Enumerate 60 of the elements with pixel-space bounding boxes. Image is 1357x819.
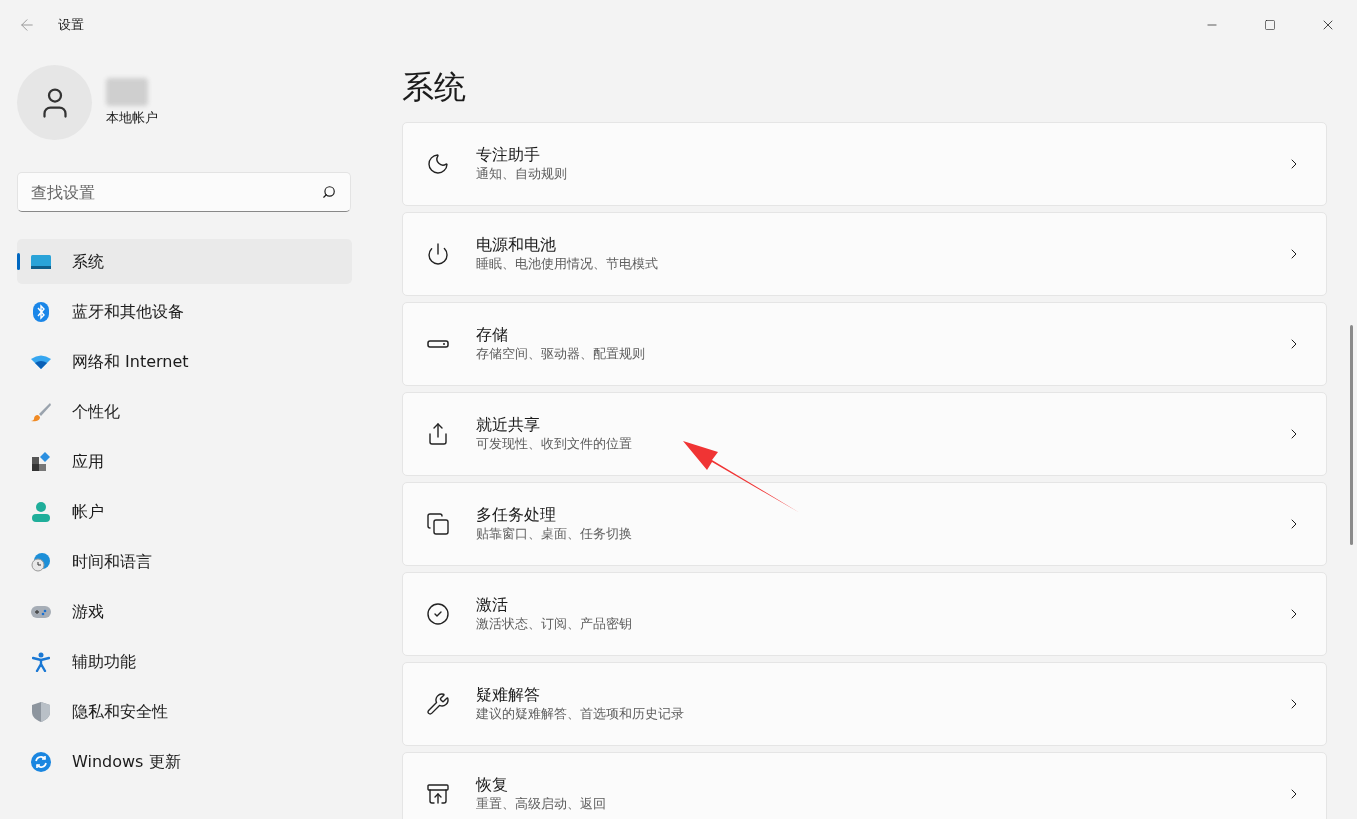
monitor-icon <box>31 253 51 270</box>
page-title: 系统 <box>402 67 467 108</box>
sidebar-item[interactable]: 帐户 <box>17 489 352 534</box>
sidebar-item[interactable]: 应用 <box>17 439 352 484</box>
settings-card[interactable]: 多任务处理 贴靠窗口、桌面、任务切换 <box>402 482 1327 566</box>
sidebar-item[interactable]: 网络和 Internet <box>17 339 352 384</box>
gamepad-icon <box>31 604 51 619</box>
card-title: 多任务处理 <box>476 505 557 525</box>
card-subtitle: 存储空间、驱动器、配置规则 <box>476 345 645 363</box>
shield-icon <box>32 701 50 722</box>
settings-card[interactable]: 激活 激活状态、订阅、产品密钥 <box>402 572 1327 656</box>
card-title: 专注助手 <box>476 145 541 165</box>
sidebar-item[interactable]: 系统 <box>17 239 352 284</box>
settings-card[interactable]: 恢复 重置、高级启动、返回 <box>402 752 1327 819</box>
search-icon <box>322 185 336 199</box>
check-circle-icon <box>426 602 450 626</box>
card-subtitle: 重置、高级启动、返回 <box>476 795 606 813</box>
paintbrush-icon <box>31 401 51 422</box>
sidebar-item[interactable]: Windows 更新 <box>17 739 352 784</box>
accessibility-icon <box>32 651 50 672</box>
apps-icon <box>31 451 51 472</box>
bluetooth-icon <box>33 301 49 322</box>
person-icon <box>32 501 50 522</box>
restore-icon <box>426 782 450 806</box>
card-title: 疑难解答 <box>476 685 541 705</box>
settings-card[interactable]: 就近共享 可发现性、收到文件的位置 <box>402 392 1327 476</box>
card-title: 恢复 <box>476 775 509 795</box>
power-icon <box>426 242 450 266</box>
card-subtitle: 通知、自动规则 <box>476 165 567 183</box>
window-title: 设置 <box>58 16 84 35</box>
sidebar-item[interactable]: 隐私和安全性 <box>17 689 352 734</box>
card-subtitle: 建议的疑难解答、首选项和历史记录 <box>476 705 684 723</box>
card-subtitle: 贴靠窗口、桌面、任务切换 <box>476 525 632 543</box>
card-subtitle: 睡眠、电池使用情况、节电模式 <box>476 255 658 273</box>
card-title: 激活 <box>476 595 509 615</box>
settings-card[interactable]: 存储 存储空间、驱动器、配置规则 <box>402 302 1327 386</box>
card-title: 电源和电池 <box>476 235 557 255</box>
card-subtitle: 激活状态、订阅、产品密钥 <box>476 615 632 633</box>
moon-icon <box>426 152 450 176</box>
card-title: 就近共享 <box>476 415 541 435</box>
card-title: 存储 <box>476 325 509 345</box>
globe-clock-icon <box>31 551 51 572</box>
search-field[interactable]: 查找设置 <box>17 172 351 212</box>
share-icon <box>426 422 450 446</box>
settings-card[interactable]: 专注助手 通知、自动规则 <box>402 122 1327 206</box>
wifi-icon <box>31 354 51 369</box>
sidebar-item[interactable]: 个性化 <box>17 389 352 434</box>
account-type: 本地帐户 <box>106 108 158 127</box>
settings-card[interactable]: 电源和电池 睡眠、电池使用情况、节电模式 <box>402 212 1327 296</box>
sidebar-item[interactable]: 蓝牙和其他设备 <box>17 289 352 334</box>
maximize-icon <box>1264 19 1276 31</box>
scrollbar[interactable] <box>1350 325 1353 545</box>
redacted-name <box>106 77 148 106</box>
settings-card[interactable]: 疑难解答 建议的疑难解答、首选项和历史记录 <box>402 662 1327 746</box>
sidebar-item[interactable]: 时间和语言 <box>17 539 352 584</box>
update-icon <box>31 751 51 772</box>
sidebar-item[interactable]: 游戏 <box>17 589 352 634</box>
wrench-icon <box>426 692 450 716</box>
sidebar-item[interactable]: 辅助功能 <box>17 639 352 684</box>
card-subtitle: 可发现性、收到文件的位置 <box>476 435 632 453</box>
